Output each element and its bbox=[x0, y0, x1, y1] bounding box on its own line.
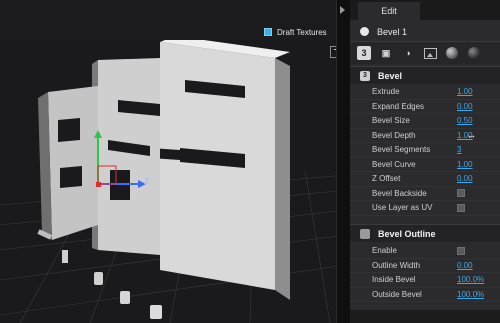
panel-tabbar: Edit bbox=[350, 0, 500, 20]
draft-textures-toggle[interactable]: Draft Textures bbox=[264, 26, 327, 38]
use-layer-as-uv-checkbox[interactable] bbox=[457, 203, 465, 212]
3d-viewport[interactable]: Z Draft Textures bbox=[0, 0, 346, 323]
bevel-section-icon: 3 bbox=[360, 70, 370, 81]
extruded-text-model bbox=[37, 36, 290, 319]
draft-textures-label: Draft Textures bbox=[277, 27, 327, 37]
prop-outline-enable: Enable bbox=[350, 244, 500, 259]
resize-cursor-icon: ↔ bbox=[467, 129, 476, 140]
extrude-tool-icon[interactable]: ▣ bbox=[379, 46, 393, 60]
object-name: Bevel 1 bbox=[377, 26, 408, 37]
collapse-arrow-icon[interactable] bbox=[340, 6, 345, 14]
bevel-backside-checkbox[interactable] bbox=[457, 189, 465, 198]
extrude-value[interactable]: 1.00 bbox=[457, 87, 473, 96]
material-blend-icon[interactable]: ◑ bbox=[401, 46, 415, 60]
bevel-segments-value[interactable]: 3 bbox=[457, 145, 461, 154]
panel-footer bbox=[350, 310, 500, 323]
z-offset-value[interactable]: 0.00 bbox=[457, 174, 473, 183]
draft-textures-checkbox[interactable] bbox=[264, 28, 272, 36]
panel-collapse-strip[interactable] bbox=[336, 0, 350, 323]
selected-object-row[interactable]: Bevel 1 bbox=[350, 22, 500, 42]
prop-bevel-backside: Bevel Backside bbox=[350, 187, 500, 201]
bevel-section-header[interactable]: 3 Bevel bbox=[350, 66, 500, 84]
scene-render bbox=[0, 36, 346, 323]
prop-bevel-curve: Bevel Curve 1.00 bbox=[350, 158, 500, 172]
outline-enable-checkbox[interactable] bbox=[457, 246, 465, 255]
prop-inside-bevel: Inside Bevel 100.0% bbox=[350, 273, 500, 288]
prop-bevel-size: Bevel Size 0.50 bbox=[350, 114, 500, 129]
tab-edit[interactable]: Edit bbox=[358, 2, 420, 20]
bevel-section-title: Bevel bbox=[378, 70, 403, 81]
outline-width-value[interactable]: 0.00 bbox=[457, 261, 473, 270]
inside-bevel-value[interactable]: 100.0% bbox=[457, 275, 484, 284]
outside-bevel-value[interactable]: 100.0% bbox=[457, 290, 484, 299]
prop-outside-bevel: Outside Bevel 100.0% bbox=[350, 288, 500, 302]
prop-outline-width: Outline Width 0.00 bbox=[350, 259, 500, 273]
prop-expand-edges: Expand Edges 0.00 bbox=[350, 100, 500, 114]
properties-toolbar: 3 ▣ ◑ bbox=[350, 42, 500, 64]
environment-sphere-icon[interactable] bbox=[467, 46, 481, 60]
bevel-curve-value[interactable]: 1.00 bbox=[457, 160, 473, 169]
bevel-outline-section-header[interactable]: Bevel Outline bbox=[350, 224, 500, 242]
bevel-tool-icon[interactable]: 3 bbox=[357, 46, 371, 60]
bevel-size-value[interactable]: 0.50 bbox=[457, 116, 473, 125]
bevel-outline-section-title: Bevel Outline bbox=[378, 228, 436, 239]
expand-edges-value[interactable]: 0.00 bbox=[457, 102, 473, 111]
prop-bevel-depth: Bevel Depth 1.00 ↔ bbox=[350, 129, 500, 143]
prop-extrude: Extrude 1.00 bbox=[350, 85, 500, 100]
viewport-header: Draft Textures bbox=[0, 0, 346, 40]
prop-bevel-segments: Bevel Segments 3 bbox=[350, 143, 500, 158]
bevel-outline-section-icon bbox=[360, 228, 370, 239]
axis-label-z: Z bbox=[144, 177, 149, 186]
object-visibility-icon[interactable] bbox=[360, 27, 369, 36]
prop-use-layer-as-uv: Use Layer as UV bbox=[350, 201, 500, 216]
sphere-material-icon[interactable] bbox=[445, 46, 459, 60]
properties-panel: Edit Bevel 1 3 ▣ ◑ 3 Bevel Extrude 1.00 … bbox=[350, 0, 500, 323]
prop-z-offset: Z Offset 0.00 bbox=[350, 172, 500, 187]
image-icon[interactable] bbox=[423, 46, 437, 60]
